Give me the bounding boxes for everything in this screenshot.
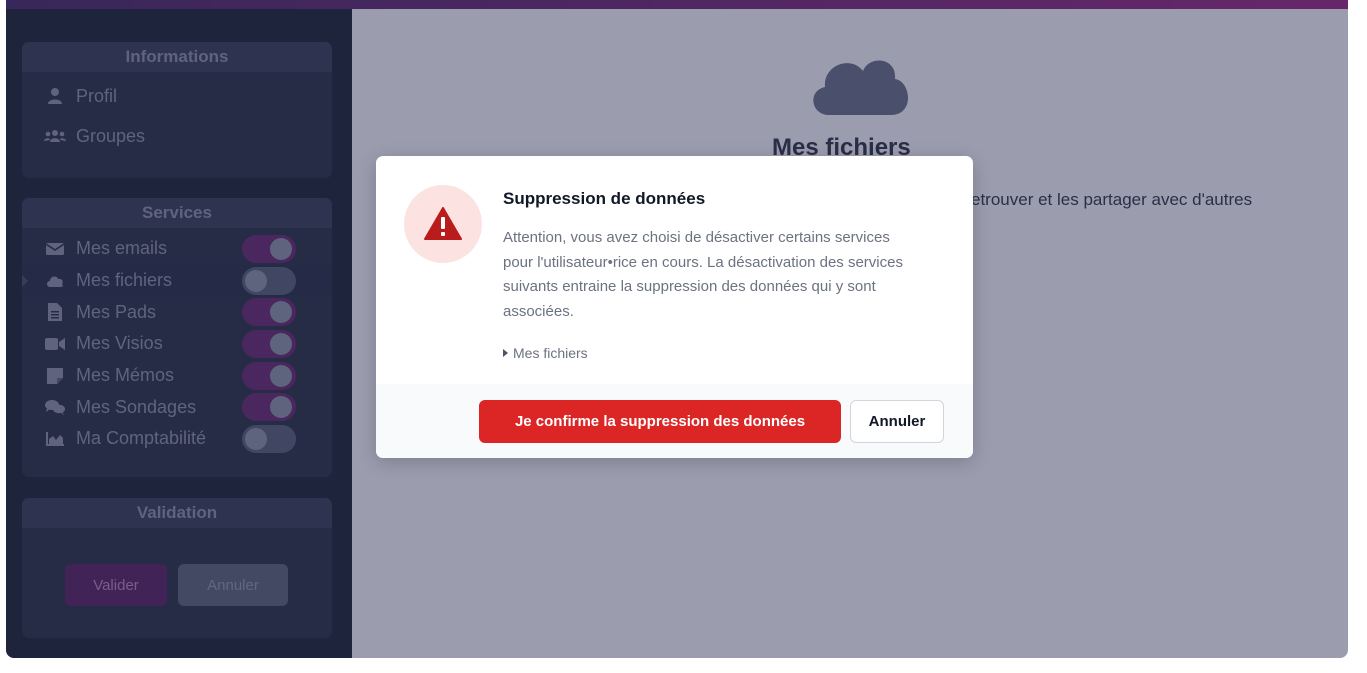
modal-cancel-button[interactable]: Annuler	[850, 400, 944, 443]
modal-title: Suppression de données	[503, 189, 706, 208]
affected-service-label: Mes fichiers	[513, 345, 588, 361]
modal-footer: Je confirme la suppression des données A…	[376, 384, 973, 458]
alert-icon-circle	[404, 185, 482, 263]
delete-data-modal: Suppression de données Attention, vous a…	[376, 156, 973, 458]
affected-services-disclosure[interactable]: Mes fichiers	[503, 345, 588, 361]
confirm-delete-button[interactable]: Je confirme la suppression des données	[479, 400, 841, 443]
warning-icon	[424, 207, 462, 240]
modal-message: Attention, vous avez choisi de désactive…	[503, 229, 903, 320]
caret-right-icon	[503, 349, 508, 357]
